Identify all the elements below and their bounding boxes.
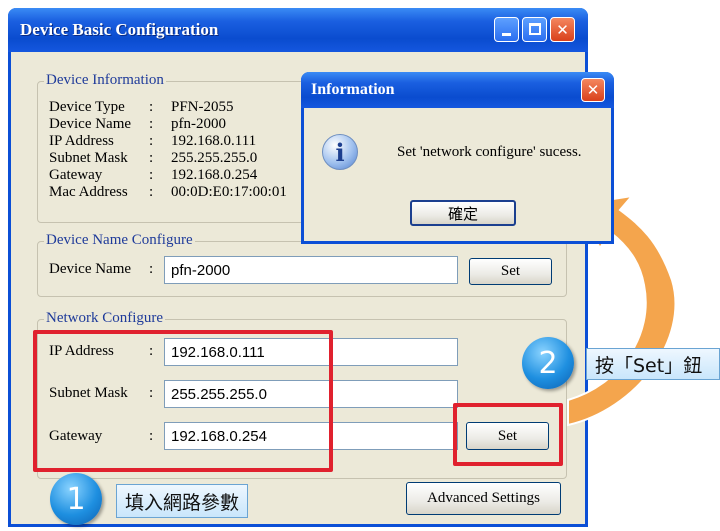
minimize-button[interactable] <box>494 17 519 42</box>
window-titlebar[interactable]: Device Basic Configuration ✕ <box>8 8 588 52</box>
dialog-close-button[interactable]: ✕ <box>581 78 605 102</box>
step-1-label: 填入網路參數 <box>116 484 249 518</box>
device-name-sep: : <box>149 116 154 132</box>
information-dialog: Information ✕ i Set 'network configure' … <box>301 72 614 244</box>
ip-address-sep: : <box>149 133 154 149</box>
device-name-input[interactable]: pfn-2000 <box>164 256 458 284</box>
subnet-mask-value: 255.255.255.0 <box>171 150 258 166</box>
minimize-icon <box>502 33 511 36</box>
dialog-message: Set 'network configure' sucess. <box>397 144 582 160</box>
subnet-mask-label: Subnet Mask <box>49 150 128 166</box>
device-name-config-sep: : <box>149 261 154 277</box>
dialog-ok-button[interactable]: 確定 <box>410 200 516 226</box>
gateway-value: 192.168.0.254 <box>171 167 258 183</box>
network-configure-legend: Network Configure <box>44 310 166 327</box>
ip-address-label: IP Address <box>49 133 114 149</box>
mac-address-value: 00:0D:E0:17:00:01 <box>171 184 287 200</box>
advanced-settings-button[interactable]: Advanced Settings <box>406 482 561 515</box>
set-button-highlight <box>453 403 563 466</box>
close-icon: ✕ <box>586 81 600 99</box>
network-fields-highlight <box>33 330 333 472</box>
dialog-title: Information <box>311 81 395 98</box>
window-title: Device Basic Configuration <box>20 20 219 39</box>
device-information-legend: Device Information <box>44 72 166 89</box>
device-name-config-label: Device Name <box>49 261 132 277</box>
info-icon: i <box>322 134 358 170</box>
device-name-label: Device Name <box>49 116 132 132</box>
device-type-sep: : <box>149 99 154 115</box>
device-name-configure-legend: Device Name Configure <box>44 232 195 249</box>
device-name-set-button[interactable]: Set <box>469 258 552 285</box>
mac-address-sep: : <box>149 184 154 200</box>
step-2-badge: 2 <box>522 337 574 389</box>
ip-address-value: 192.168.0.111 <box>171 133 257 149</box>
close-button[interactable]: ✕ <box>550 17 575 42</box>
close-icon: ✕ <box>556 20 569 39</box>
gateway-label: Gateway <box>49 167 103 183</box>
maximize-button[interactable] <box>522 17 547 42</box>
gateway-sep: : <box>149 167 154 183</box>
device-type-value: PFN-2055 <box>171 99 234 115</box>
maximize-icon <box>529 23 541 35</box>
subnet-mask-sep: : <box>149 150 154 166</box>
dialog-titlebar[interactable]: Information ✕ <box>301 72 614 108</box>
step-1-badge: 1 <box>50 473 102 525</box>
device-type-label: Device Type <box>49 99 125 115</box>
device-name-value: pfn-2000 <box>171 116 226 132</box>
mac-address-label: Mac Address <box>49 184 128 200</box>
step-2-label: 按「Set」鈕 <box>586 348 720 380</box>
